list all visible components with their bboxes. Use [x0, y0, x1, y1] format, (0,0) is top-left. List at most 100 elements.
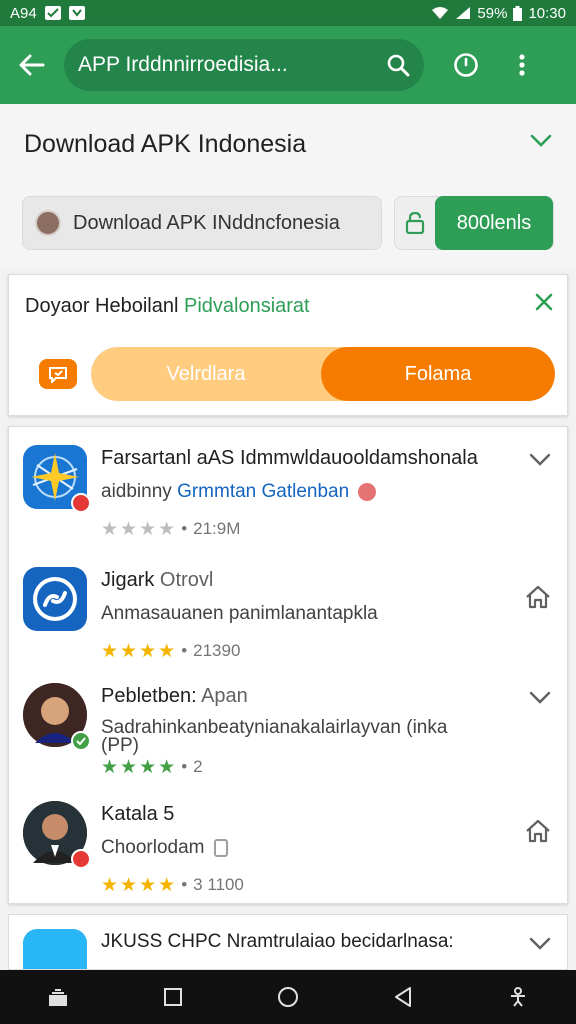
app-list: Farsartanl aAS Idmmwldauooldamshonala ai…	[8, 426, 568, 904]
app-screen: A94 59% 10:30 APP Irddnnirroedisia... Do…	[0, 0, 576, 1024]
app-title-muted: Otrovl	[159, 569, 214, 591]
search-field[interactable]: APP Irddnnirroedisia...	[64, 39, 424, 91]
nav-home-button[interactable]	[258, 970, 318, 1024]
star-icon: ★	[158, 874, 176, 896]
rating-row: ★ ★ ★ ★ • 3 1100	[101, 875, 244, 895]
star-icon: ★	[101, 874, 119, 896]
list-item-partial[interactable]: JKUSS CHPC Nramtrulaiao bеcidarlnasa:	[8, 914, 568, 970]
status-clock: 10:30	[528, 4, 566, 22]
promo-card: Doyaor Heboilanl Pidvalonsiarat Velrdlar…	[8, 274, 568, 416]
promo-title: Doyaor Heboilanl Pidvalonsiarat	[25, 295, 310, 318]
install-group: 800lenls	[394, 196, 554, 250]
expand-button[interactable]	[529, 937, 551, 956]
star-icon: ★	[158, 518, 176, 540]
circle-icon	[277, 987, 298, 1007]
avatar	[35, 210, 61, 236]
rating-count: 2	[193, 757, 203, 776]
badge-icon	[71, 849, 91, 869]
app-subtitle-text: Choorlodam	[101, 837, 205, 858]
app-title: Jigark Otrovl	[101, 569, 213, 592]
person-avatar	[23, 801, 91, 869]
nav-recents-button[interactable]	[143, 970, 203, 1024]
star-icon: ★	[101, 518, 119, 540]
app-title: JKUSS CHPC Nramtrulaiao bеcidarlnasa:	[101, 931, 454, 952]
list-item[interactable]: Jigark Otrovl Anmasauanen panimlanantapk…	[9, 553, 567, 669]
rating-count: 21:9M	[193, 519, 241, 538]
source-chip[interactable]: Download APK INddncfonesia	[22, 196, 382, 250]
rating-row: ★ ★ ★ ★ • 21390	[101, 641, 240, 661]
app-subtitle: Anmasauanen panimlanantapkla	[101, 603, 378, 624]
app-icon	[23, 929, 87, 969]
square-icon	[163, 988, 182, 1006]
arrow-back-icon	[19, 54, 45, 76]
expand-button[interactable]	[529, 691, 551, 710]
nav-accessibility-button[interactable]	[488, 970, 548, 1024]
star-icon: ★	[139, 518, 157, 540]
badge-icon	[71, 493, 91, 513]
rating-separator: •	[181, 641, 188, 660]
page-header: Download APK Indonesia Download APK INdd…	[0, 104, 576, 266]
promo-segmented-toggle: Velrdlara Folama	[91, 347, 555, 401]
search-query-text: APP Irddnnirroedisia...	[78, 53, 288, 76]
chat-bubble-icon	[39, 359, 77, 389]
close-icon	[535, 293, 553, 311]
sticker-icon	[213, 838, 228, 857]
star-icon: ★	[139, 756, 157, 778]
system-nav-bar	[0, 970, 576, 1024]
app-bar: APP Irddnnirroedisia...	[0, 26, 576, 104]
lock-icon	[395, 212, 435, 234]
app-subtitle-link[interactable]: Grmmtan Gatlenban	[177, 481, 349, 502]
home-button[interactable]	[525, 819, 551, 848]
rating-separator: •	[181, 875, 188, 894]
rating-count: 21390	[193, 641, 241, 660]
overflow-menu-button[interactable]	[494, 26, 550, 104]
star-icon: ★	[139, 640, 157, 662]
home-button[interactable]	[525, 585, 551, 614]
header-expand-button[interactable]	[530, 134, 552, 153]
status-right: 59% 10:30	[431, 5, 566, 22]
chevron-down-icon	[529, 453, 551, 466]
nav-back-button[interactable]	[373, 970, 433, 1024]
promo-title-main: Doyaor Heboilanl	[25, 295, 179, 317]
toggle-option-right[interactable]: Folama	[321, 347, 555, 401]
app-title: Katala 5	[101, 803, 175, 825]
list-item[interactable]: Farsartanl aAS Idmmwldauooldamshonala ai…	[9, 431, 567, 547]
star-icon: ★	[120, 640, 138, 662]
verified-badge-icon	[71, 731, 91, 751]
signal-icon	[456, 7, 471, 19]
battery-icon	[513, 5, 523, 21]
search-icon[interactable]	[386, 53, 410, 77]
nav-apps-button[interactable]	[28, 970, 88, 1024]
wifi-icon	[432, 7, 449, 19]
status-clock-left: A94	[10, 4, 37, 22]
list-item[interactable]: Katala 5 Choorlodam ★ ★ ★ ★ • 3 1100	[9, 787, 567, 903]
toggle-option-left[interactable]: Velrdlara	[91, 347, 321, 401]
star-icon: ★	[120, 518, 138, 540]
more-vert-icon	[519, 54, 525, 76]
page-title: Download APK Indonesia	[24, 130, 307, 158]
home-icon	[526, 585, 550, 609]
promo-close-button[interactable]	[535, 293, 553, 316]
stack-icon	[48, 989, 67, 1006]
star-icon: ★	[139, 874, 157, 896]
app-subtitle: Choorlodam	[101, 837, 521, 859]
rating-count: 3 1100	[193, 875, 244, 894]
list-item[interactable]: Pebletben: Apan Sadrahinkanbeatynianakal…	[9, 669, 567, 785]
triangle-back-icon	[395, 987, 412, 1007]
status-bar: A94 59% 10:30	[0, 0, 576, 26]
expand-button[interactable]	[529, 453, 551, 472]
back-button[interactable]	[0, 26, 64, 104]
install-button[interactable]: 800lenls	[435, 196, 553, 250]
source-chip-label: Download APK INddncfonesia	[73, 211, 340, 234]
accessibility-icon	[511, 987, 526, 1007]
history-button[interactable]	[438, 26, 494, 104]
app-subtitle-text: aidbinny	[101, 481, 172, 502]
star-icon: ★	[120, 874, 138, 896]
star-icon: ★	[101, 640, 119, 662]
rating-row: ★ ★ ★ ★ • 21:9M	[101, 519, 240, 539]
star-icon: ★	[101, 756, 119, 778]
home-icon	[526, 819, 550, 843]
star-icon: ★	[158, 640, 176, 662]
chevron-down-icon	[529, 937, 551, 950]
app-title: Pebletben: Apan	[101, 685, 248, 708]
